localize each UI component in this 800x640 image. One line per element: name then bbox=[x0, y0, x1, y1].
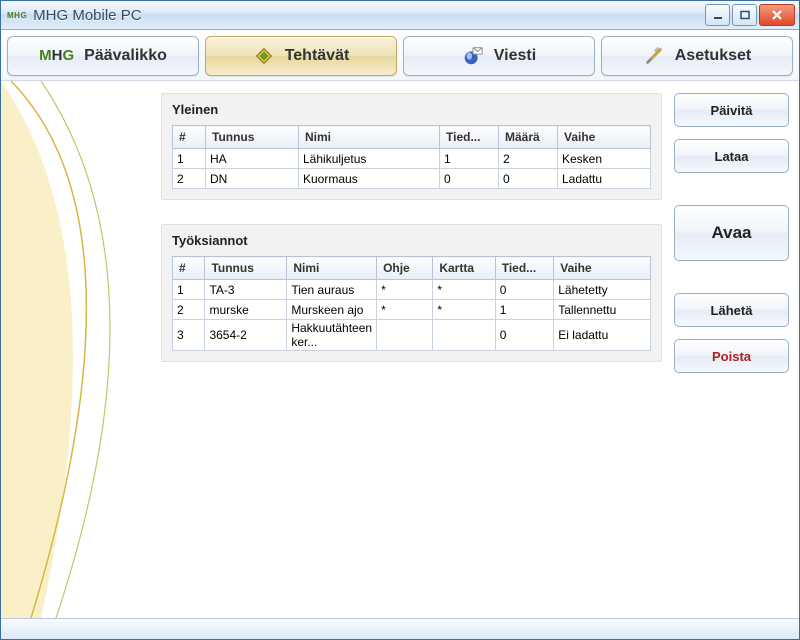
settings-button[interactable]: Asetukset bbox=[601, 36, 793, 76]
tasks-button[interactable]: Tehtävät bbox=[205, 36, 397, 76]
general-panel-title: Yleinen bbox=[172, 102, 651, 117]
open-label: Avaa bbox=[711, 223, 751, 243]
col-map[interactable]: Kartta bbox=[433, 257, 495, 280]
table-row[interactable]: 1 TA-3 Tien auraus * * 0 Lähetetty bbox=[173, 280, 651, 300]
delete-button[interactable]: Poista bbox=[674, 339, 789, 373]
table-row[interactable]: 2 murske Murskeen ajo * * 1 Tallennettu bbox=[173, 300, 651, 320]
settings-label: Asetukset bbox=[675, 47, 751, 65]
message-icon bbox=[462, 45, 484, 67]
update-button[interactable]: Päivitä bbox=[674, 93, 789, 127]
col-files[interactable]: Tied... bbox=[440, 126, 499, 149]
send-button[interactable]: Lähetä bbox=[674, 293, 789, 327]
send-label: Lähetä bbox=[711, 303, 753, 318]
settings-icon bbox=[643, 45, 665, 67]
maximize-icon bbox=[740, 10, 750, 20]
delete-label: Poista bbox=[712, 349, 751, 364]
col-guide[interactable]: Ohje bbox=[377, 257, 433, 280]
table-row[interactable]: 1 HA Lähikuljetus 1 2 Kesken bbox=[173, 149, 651, 169]
title-bar: MHG MHG Mobile PC bbox=[1, 1, 799, 30]
open-button[interactable]: Avaa bbox=[674, 205, 789, 261]
col-id[interactable]: Tunnus bbox=[206, 126, 299, 149]
main-menu-label: Päävalikko bbox=[84, 47, 167, 65]
action-column: Päivitä Lataa Avaa Lähetä Poista bbox=[674, 93, 789, 608]
main-toolbar: MHG Päävalikko Tehtävät Viesti bbox=[1, 30, 799, 81]
download-label: Lataa bbox=[715, 149, 749, 164]
message-button[interactable]: Viesti bbox=[403, 36, 595, 76]
main-menu-button[interactable]: MHG Päävalikko bbox=[7, 36, 199, 76]
minimize-icon bbox=[713, 10, 723, 20]
table-row[interactable]: 3 3654-2 Hakkuutähteen ker... 0 Ei ladat… bbox=[173, 320, 651, 351]
col-num[interactable]: # bbox=[173, 257, 205, 280]
app-icon: MHG bbox=[7, 11, 27, 20]
col-name[interactable]: Nimi bbox=[299, 126, 440, 149]
maximize-button[interactable] bbox=[732, 4, 757, 26]
close-button[interactable] bbox=[759, 4, 795, 26]
status-bar bbox=[1, 618, 799, 639]
app-window: MHG MHG Mobile PC MHG Päävalikko bbox=[0, 0, 800, 640]
col-files[interactable]: Tied... bbox=[495, 257, 554, 280]
general-table[interactable]: # Tunnus Nimi Tied... Määrä Vaihe 1 bbox=[172, 125, 651, 189]
message-label: Viesti bbox=[494, 47, 536, 65]
table-row[interactable]: 2 DN Kuormaus 0 0 Ladattu bbox=[173, 169, 651, 189]
col-phase[interactable]: Vaihe bbox=[558, 126, 651, 149]
body-area: Yleinen # Tunnus Nimi Tied... Määrä Vaih… bbox=[1, 81, 799, 618]
minimize-button[interactable] bbox=[705, 4, 730, 26]
col-num[interactable]: # bbox=[173, 126, 206, 149]
general-panel: Yleinen # Tunnus Nimi Tied... Määrä Vaih… bbox=[161, 93, 662, 200]
col-amount[interactable]: Määrä bbox=[499, 126, 558, 149]
download-button[interactable]: Lataa bbox=[674, 139, 789, 173]
close-icon bbox=[771, 10, 783, 20]
update-label: Päivitä bbox=[711, 103, 753, 118]
assignments-panel-title: Työksiannot bbox=[172, 233, 651, 248]
col-id[interactable]: Tunnus bbox=[205, 257, 287, 280]
window-title: MHG Mobile PC bbox=[33, 7, 141, 24]
tasks-label: Tehtävät bbox=[285, 47, 350, 65]
col-phase[interactable]: Vaihe bbox=[554, 257, 651, 280]
assignments-table[interactable]: # Tunnus Nimi Ohje Kartta Tied... Vaihe bbox=[172, 256, 651, 351]
tasks-icon bbox=[253, 45, 275, 67]
col-name[interactable]: Nimi bbox=[287, 257, 377, 280]
mhg-logo-icon: MHG bbox=[39, 47, 74, 65]
assignments-panel: Työksiannot # Tunnus Nimi Ohje Kartta Ti… bbox=[161, 224, 662, 362]
